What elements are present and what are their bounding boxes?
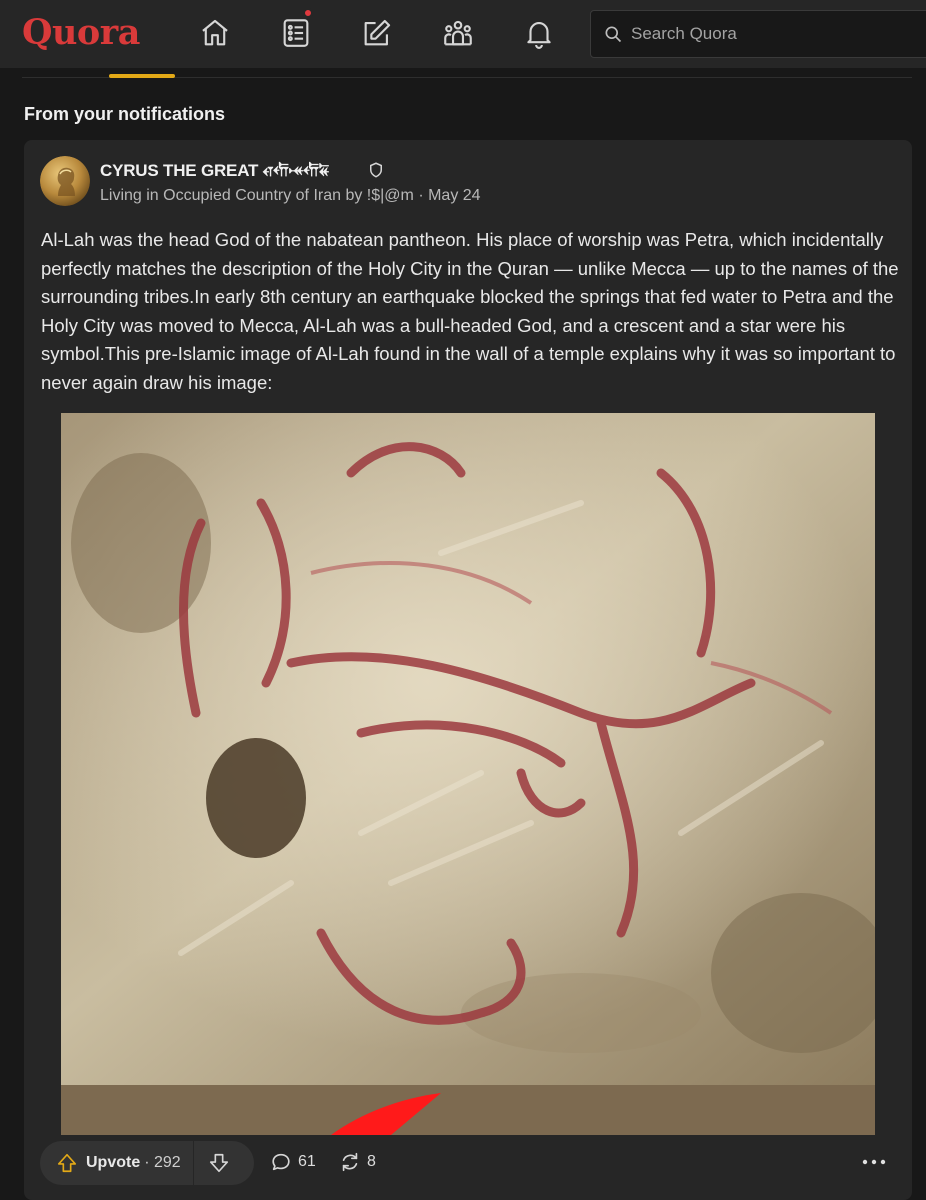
spaces-icon[interactable] [438, 13, 478, 53]
search-bar[interactable] [590, 10, 926, 58]
upvote-button[interactable]: Upvote · 292 [40, 1141, 194, 1185]
quora-logo[interactable]: Quora [22, 12, 140, 53]
search-input[interactable] [629, 23, 909, 45]
notification-dot [303, 8, 313, 18]
upvote-count: · 292 [144, 1154, 181, 1171]
post-image[interactable] [61, 413, 875, 1135]
section-title: From your notifications [24, 104, 226, 124]
home-icon[interactable] [195, 13, 235, 53]
upvote-label: Upvote [86, 1154, 141, 1171]
share-button[interactable]: 8 [339, 1151, 376, 1173]
search-icon [605, 26, 622, 43]
post-body-text[interactable]: Al-Lah was the head God of the nabatean … [41, 226, 901, 397]
author-credential[interactable]: Living in Occupied Country of Iran by !$… [100, 187, 481, 205]
upvote-arrow-icon [57, 1153, 77, 1173]
share-count: 8 [367, 1153, 376, 1170]
downvote-button[interactable] [194, 1141, 244, 1185]
following-icon[interactable] [276, 8, 316, 53]
active-tab-indicator [109, 74, 175, 78]
shield-icon [370, 162, 382, 178]
more-dots-icon [862, 1159, 886, 1165]
answer-icon[interactable] [357, 13, 397, 53]
top-navigation-bar: Quora [0, 0, 926, 68]
comment-button[interactable]: 61 [270, 1151, 316, 1173]
author-name[interactable]: CYRUS THE GREAT 𐎤𐎢𐎽𐎢𐏁 [100, 161, 329, 181]
downvote-arrow-icon [209, 1153, 228, 1173]
author-avatar[interactable] [40, 156, 90, 206]
post-action-bar: Upvote · 292 61 8 [24, 1138, 912, 1188]
more-options-button[interactable] [860, 1150, 888, 1174]
vote-group: Upvote · 292 [40, 1141, 254, 1185]
comment-count: 61 [298, 1153, 316, 1170]
notifications-icon[interactable] [519, 13, 559, 53]
comment-icon [272, 1153, 290, 1171]
post-card: CYRUS THE GREAT 𐎤𐎢𐎽𐎢𐏁 Living in Occupied… [24, 140, 912, 1200]
reshare-icon [342, 1152, 358, 1172]
